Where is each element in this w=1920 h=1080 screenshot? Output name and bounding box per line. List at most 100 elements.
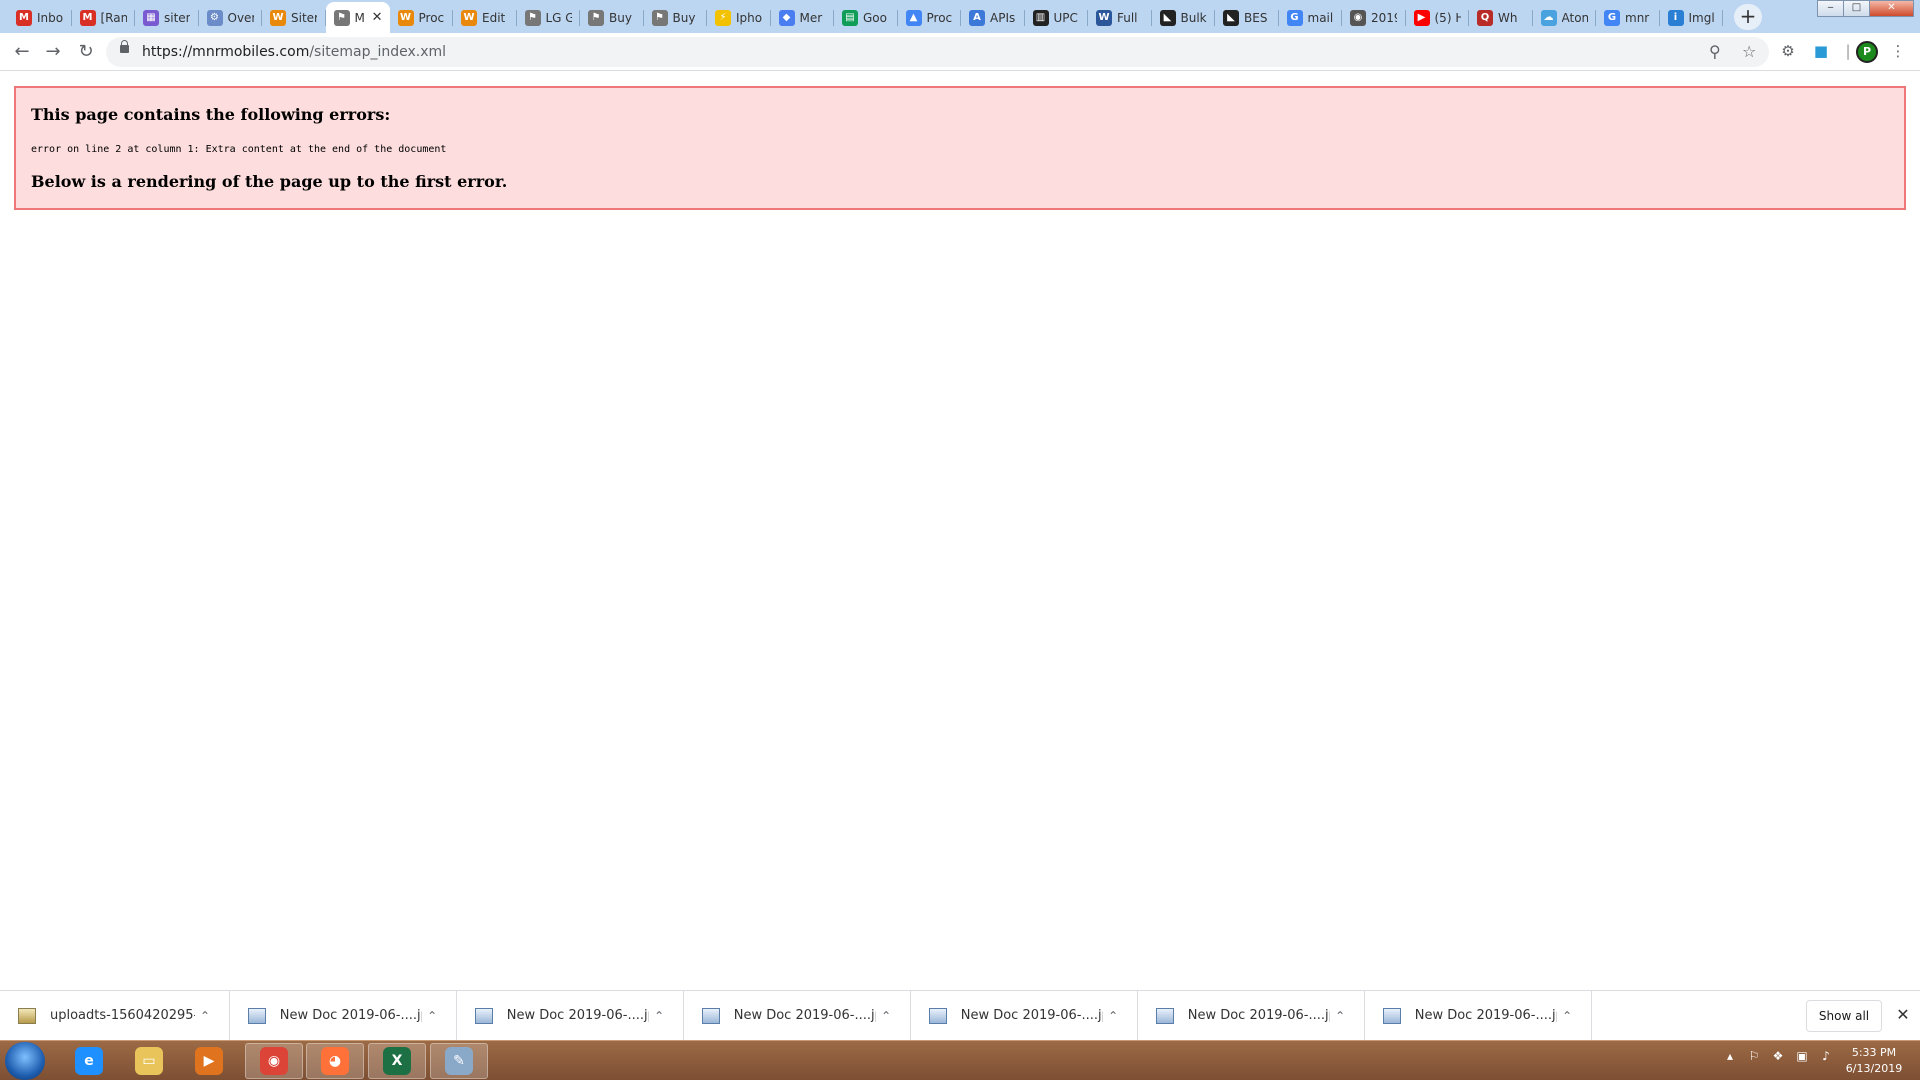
- tab-title: mnr: [1625, 10, 1650, 25]
- chevron-up-icon[interactable]: ⌃: [195, 1009, 215, 1023]
- download-item[interactable]: New Doc 2019-06-....jpg ⌃: [230, 991, 457, 1040]
- taskbar-app-button[interactable]: ◉: [245, 1043, 303, 1079]
- gmail-icon: M: [79, 9, 96, 26]
- taskbar-app-button[interactable]: ◕: [306, 1043, 364, 1079]
- minimize-button[interactable]: ‒: [1817, 0, 1844, 17]
- tab[interactable]: ⚡ Ipho: [707, 2, 771, 33]
- taskbar-app-button[interactable]: ✎: [430, 1043, 488, 1079]
- tab[interactable]: W Proc: [390, 2, 454, 33]
- address-bar[interactable]: https://mnrmobiles.com/sitemap_index.xml…: [106, 37, 1769, 67]
- close-window-button[interactable]: ✕: [1869, 0, 1914, 17]
- menu-kebab-icon[interactable]: ⋮: [1887, 40, 1909, 62]
- tab-title: 2019: [1371, 10, 1397, 25]
- tab[interactable]: W Siter: [262, 2, 326, 33]
- tray-expand-icon[interactable]: ▴: [1718, 1049, 1742, 1063]
- tab[interactable]: ⚙ Over: [199, 2, 263, 33]
- tab-title: Inbox: [37, 10, 63, 25]
- tab[interactable]: ⚑ Buy: [580, 2, 644, 33]
- tab[interactable]: Gmnr: [1596, 2, 1660, 33]
- tab-title: siten: [164, 10, 190, 25]
- show-all-downloads-button[interactable]: Show all: [1806, 1000, 1882, 1032]
- download-item[interactable]: New Doc 2019-06-....jpg ⌃: [1365, 991, 1592, 1040]
- new-tab-button[interactable]: +: [1734, 4, 1762, 30]
- chevron-up-icon[interactable]: ⌃: [649, 1009, 669, 1023]
- tab[interactable]: ◆ Mer: [771, 2, 835, 33]
- error-message: error on line 2 at column 1: Extra conte…: [31, 144, 447, 155]
- tab-title: Over: [227, 10, 254, 25]
- tab[interactable]: ▤ Goo: [834, 2, 898, 33]
- tab[interactable]: ⚑ Buy: [644, 2, 708, 33]
- tab-title: Proc: [418, 10, 445, 25]
- tab[interactable]: W Full: [1088, 2, 1152, 33]
- close-shelf-icon[interactable]: ✕: [1894, 1003, 1912, 1027]
- tab[interactable]: M [Ran: [72, 2, 136, 33]
- tab-title: Wh: [1498, 10, 1518, 25]
- download-item[interactable]: New Doc 2019-06-....jpg ⌃: [684, 991, 911, 1040]
- extension-gear-icon[interactable]: ⚙: [1777, 40, 1799, 62]
- google-icon: G: [1604, 9, 1620, 26]
- reload-button[interactable]: ↻: [74, 40, 98, 64]
- tab-title: (5) H: [1434, 10, 1461, 25]
- chevron-up-icon[interactable]: ⌃: [1103, 1009, 1123, 1023]
- taskbar-clock[interactable]: 5:33 PM 6/13/2019: [1834, 1045, 1914, 1077]
- chevron-up-icon[interactable]: ⌃: [1330, 1009, 1350, 1023]
- forward-button[interactable]: →: [41, 40, 65, 64]
- dropbox-icon[interactable]: ❖: [1766, 1049, 1790, 1063]
- image-file-icon: [929, 1007, 947, 1024]
- system-tray: ▴ ⚐ ❖ ▣ ♪: [1718, 1049, 1838, 1063]
- clock-time: 5:33 PM: [1851, 1046, 1897, 1059]
- download-item[interactable]: uploadts-1560420295-....⌃: [0, 991, 230, 1040]
- tab[interactable]: Q Wh: [1469, 2, 1533, 33]
- bookmark-star-icon[interactable]: ☆: [1742, 42, 1756, 61]
- taskbar-app-button[interactable]: ▶: [180, 1043, 238, 1079]
- chevron-up-icon[interactable]: ⌃: [422, 1009, 442, 1023]
- download-item[interactable]: New Doc 2019-06-....jpg ⌃: [457, 991, 684, 1040]
- url-path: /sitemap_index.xml: [309, 44, 447, 60]
- download-item[interactable]: New Doc 2019-06-....jpg ⌃: [1138, 991, 1365, 1040]
- merchant-icon: ◆: [778, 9, 795, 26]
- network-icon[interactable]: ▣: [1790, 1049, 1814, 1063]
- tab[interactable]: ▦ siten: [135, 2, 199, 33]
- tab[interactable]: ▶ (5) H: [1406, 2, 1470, 33]
- tab[interactable]: W Edit: [453, 2, 517, 33]
- taskbar-app-button[interactable]: e: [60, 1043, 118, 1079]
- flash-icon: ⚡: [715, 9, 731, 26]
- extension-badge-icon[interactable]: ■: [1810, 40, 1832, 62]
- tab[interactable]: i Imgl: [1660, 2, 1724, 33]
- download-item[interactable]: New Doc 2019-06-....jpg ⌃: [911, 991, 1138, 1040]
- tab-title: Buy: [672, 10, 696, 25]
- media-player-icon: ▶: [195, 1047, 223, 1075]
- tab[interactable]: Gmail: [1279, 2, 1343, 33]
- close-tab-icon[interactable]: ✕: [372, 10, 383, 25]
- image-file-icon: [702, 1007, 720, 1024]
- maximize-button[interactable]: □: [1843, 0, 1870, 17]
- taskbar-app-button[interactable]: X: [368, 1043, 426, 1079]
- chevron-up-icon[interactable]: ⌃: [876, 1009, 896, 1023]
- tab[interactable]: ◉ 2019: [1342, 2, 1406, 33]
- tab[interactable]: ▥ UPC: [1025, 2, 1089, 33]
- chevron-up-icon[interactable]: ⌃: [1557, 1009, 1577, 1023]
- tab-title: Full: [1117, 10, 1138, 25]
- tab-title: Imgl: [1688, 10, 1715, 25]
- profile-avatar[interactable]: P: [1856, 41, 1878, 63]
- tab-title: Goo: [863, 10, 887, 25]
- paint-icon: ✎: [445, 1047, 473, 1075]
- action-center-flag-icon[interactable]: ⚐: [1742, 1049, 1766, 1063]
- tab-title: mail: [1307, 10, 1334, 25]
- tab[interactable]: ⚑ M ✕: [325, 2, 390, 33]
- back-button[interactable]: ←: [10, 40, 34, 64]
- cloud-icon: ☁: [1540, 9, 1557, 26]
- tab[interactable]: ◣ Bulk: [1152, 2, 1216, 33]
- taskbar-app-button[interactable]: ▭: [120, 1043, 178, 1079]
- image-file-icon: [248, 1007, 266, 1024]
- tab[interactable]: A APIs: [961, 2, 1025, 33]
- tab-title: Buy: [609, 10, 632, 25]
- tab[interactable]: ☁ Aton: [1533, 2, 1597, 33]
- url-text[interactable]: https://mnrmobiles.com/sitemap_index.xml: [142, 44, 446, 60]
- tab[interactable]: ⚑ LG G: [517, 2, 581, 33]
- zoom-icon[interactable]: ⚲: [1709, 42, 1721, 61]
- tab[interactable]: ◣ BES: [1215, 2, 1279, 33]
- tab[interactable]: ▲ Proc: [898, 2, 962, 33]
- start-button[interactable]: [5, 1042, 45, 1080]
- tab[interactable]: M Inbox: [8, 2, 72, 33]
